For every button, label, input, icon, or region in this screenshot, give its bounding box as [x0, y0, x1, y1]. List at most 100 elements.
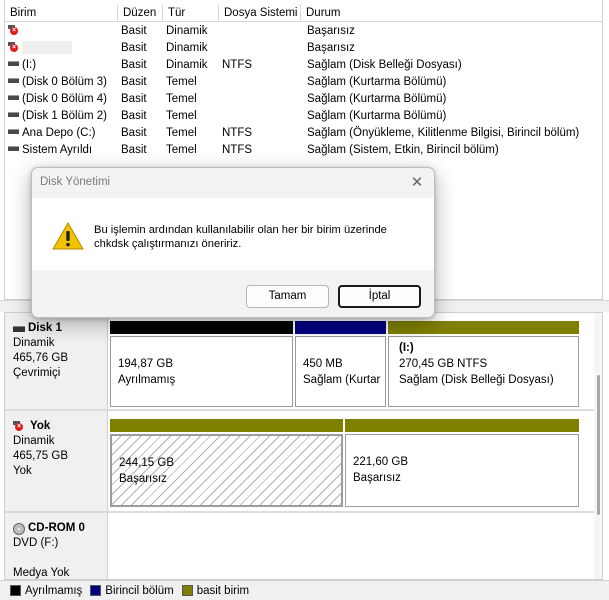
- volume-filesystem: [222, 74, 302, 91]
- missing-disk-label[interactable]: × Yok Dinamik 465,75 GB Yok: [5, 411, 108, 511]
- volume-filesystem: NTFS: [222, 144, 253, 156]
- volume-status: Başarısız: [307, 42, 355, 54]
- disk-kind: Dinamik: [13, 337, 55, 349]
- warning-dialog: Disk Yönetimi ✕ Bu işlemin ardından kull…: [31, 167, 435, 318]
- error-disk-icon: ×: [8, 24, 19, 35]
- volume-layout: Basit: [121, 76, 147, 88]
- volume-layout: Basit: [121, 93, 147, 105]
- redacted-name: [22, 41, 72, 55]
- dialog-content: Bu işlemin ardından kullanılabilir olan …: [32, 198, 434, 270]
- disk-1-label[interactable]: Disk 1 Dinamik 465,76 GB Çevrimiçi: [5, 313, 108, 409]
- column-header-filesystem[interactable]: Dosya Sistemi: [219, 4, 301, 22]
- volume-status: Sağlam (Kurtarma Bölümü): [307, 76, 447, 88]
- disk-name: Yok: [30, 420, 51, 432]
- disk-state: Medya Yok: [13, 567, 70, 579]
- disk-name: Disk 1: [28, 322, 62, 334]
- volume-layout: Basit: [121, 25, 147, 37]
- column-header-type[interactable]: Tür: [163, 4, 219, 22]
- disk-state: Çevrimiçi: [13, 367, 61, 379]
- vertical-scrollbar[interactable]: [594, 313, 602, 579]
- partition-i-drive[interactable]: (I:) 270,45 GB NTFS Sağlam (Disk Belleği…: [388, 321, 579, 407]
- legend-item: Ayrılmamış: [10, 585, 82, 597]
- error-disk-icon: ×: [8, 41, 19, 52]
- column-header-volume[interactable]: Birim: [5, 4, 118, 22]
- volume-status: Başarısız: [307, 25, 355, 37]
- volume-icon: [8, 129, 19, 135]
- legend-item: Birincil bölüm: [90, 585, 174, 597]
- partition-recovery[interactable]: 450 MB Sağlam (Kurtar: [295, 321, 386, 407]
- volume-name: (Disk 1 Bölüm 2): [22, 110, 107, 122]
- volume-name: Ana Depo (C:): [22, 127, 96, 139]
- disk-size: 465,75 GB: [13, 450, 68, 462]
- partition-bar: [110, 419, 343, 432]
- volume-filesystem: [222, 23, 302, 40]
- column-header-layout[interactable]: Düzen: [118, 4, 163, 22]
- volume-status: Sağlam (Kurtarma Bölümü): [307, 110, 447, 122]
- volume-filesystem: [222, 91, 302, 108]
- volume-type: Dinamik: [166, 59, 208, 71]
- volume-layout: Basit: [121, 42, 147, 54]
- ok-button[interactable]: Tamam: [246, 285, 329, 308]
- legend-swatch: [90, 585, 102, 596]
- cancel-button[interactable]: İptal: [338, 285, 421, 308]
- volume-status: Sağlam (Disk Belleği Dosyası): [307, 59, 462, 71]
- volume-type: Temel: [166, 110, 197, 122]
- partition-bar: [110, 321, 293, 334]
- volume-status: Sağlam (Önyükleme, Kilitlenme Bilgisi, B…: [307, 127, 580, 139]
- volume-layout: Basit: [121, 127, 147, 139]
- cdrom-label[interactable]: CD-ROM 0 DVD (F:) Medya Yok: [5, 513, 108, 579]
- table-row[interactable]: (Disk 1 Bölüm 2) Basit Temel Sağlam (Kur…: [5, 108, 602, 125]
- legend-item: basit birim: [181, 585, 249, 597]
- legend-swatch: [181, 585, 193, 596]
- table-row[interactable]: Ana Depo (C:) Basit Temel NTFS Sağlam (Ö…: [5, 125, 602, 142]
- partition-status: Başarısız: [353, 472, 401, 484]
- cdrom-icon: [13, 522, 25, 535]
- volume-type: Temel: [166, 93, 197, 105]
- partition-bar: [345, 419, 579, 432]
- partition-unallocated[interactable]: 194,87 GB Ayrılmamış: [110, 321, 293, 407]
- legend-swatch: [10, 585, 21, 596]
- table-row[interactable]: Sistem Ayrıldı Basit Temel NTFS Sağlam (…: [5, 142, 602, 159]
- volume-status: Sağlam (Sistem, Etkin, Birincil bölüm): [307, 144, 499, 156]
- partition-size: 270,45 GB NTFS: [399, 358, 488, 370]
- table-row[interactable]: × Basit Dinamik Başarısız: [5, 40, 602, 57]
- volume-status: Sağlam (Kurtarma Bölümü): [307, 93, 447, 105]
- table-row[interactable]: (Disk 0 Bölüm 4) Basit Temel Sağlam (Kur…: [5, 91, 602, 108]
- volume-filesystem: [222, 108, 302, 125]
- volume-icon: [8, 146, 19, 152]
- volume-icon: [8, 78, 19, 84]
- partition-failed-1[interactable]: 244,15 GB Başarısız: [110, 419, 343, 507]
- warning-icon: [52, 222, 84, 250]
- dialog-title: Disk Yönetimi: [40, 176, 111, 188]
- error-disk-icon: ×: [13, 420, 24, 431]
- volume-name: Sistem Ayrıldı: [22, 144, 93, 156]
- partition-status: Ayrılmamış: [118, 374, 176, 386]
- dialog-message: Bu işlemin ardından kullanılabilir olan …: [94, 224, 387, 250]
- volume-filesystem: [222, 40, 302, 57]
- table-row[interactable]: × Basit Dinamik Başarısız: [5, 23, 602, 40]
- partition-bar: [388, 321, 579, 334]
- volume-layout: Basit: [121, 110, 147, 122]
- disk-state: Yok: [13, 465, 32, 477]
- partition-size: 194,87 GB: [118, 358, 173, 370]
- volume-filesystem: NTFS: [222, 59, 253, 71]
- column-header-status[interactable]: Durum: [301, 4, 602, 22]
- partition-size: 244,15 GB: [119, 457, 174, 469]
- partition-label: (I:): [399, 342, 414, 354]
- partition-size: 221,60 GB: [353, 456, 408, 468]
- volume-icon: [8, 61, 19, 67]
- volume-type: Temel: [166, 144, 197, 156]
- disk-kind: DVD (F:): [13, 537, 59, 549]
- partition-bar: [295, 321, 386, 334]
- volume-icon: [8, 95, 19, 101]
- disk-icon: [13, 325, 25, 332]
- partition-failed-2[interactable]: 221,60 GB Başarısız: [345, 419, 579, 507]
- scrollbar-thumb[interactable]: [597, 375, 600, 515]
- volume-type: Dinamik: [166, 25, 208, 37]
- volume-name: (Disk 0 Bölüm 4): [22, 93, 107, 105]
- close-icon[interactable]: ✕: [406, 172, 428, 194]
- table-row[interactable]: (I:) Basit Dinamik NTFS Sağlam (Disk Bel…: [5, 57, 602, 74]
- table-row[interactable]: (Disk 0 Bölüm 3) Basit Temel Sağlam (Kur…: [5, 74, 602, 91]
- dialog-titlebar[interactable]: Disk Yönetimi ✕: [32, 168, 434, 198]
- volume-layout: Basit: [121, 59, 147, 71]
